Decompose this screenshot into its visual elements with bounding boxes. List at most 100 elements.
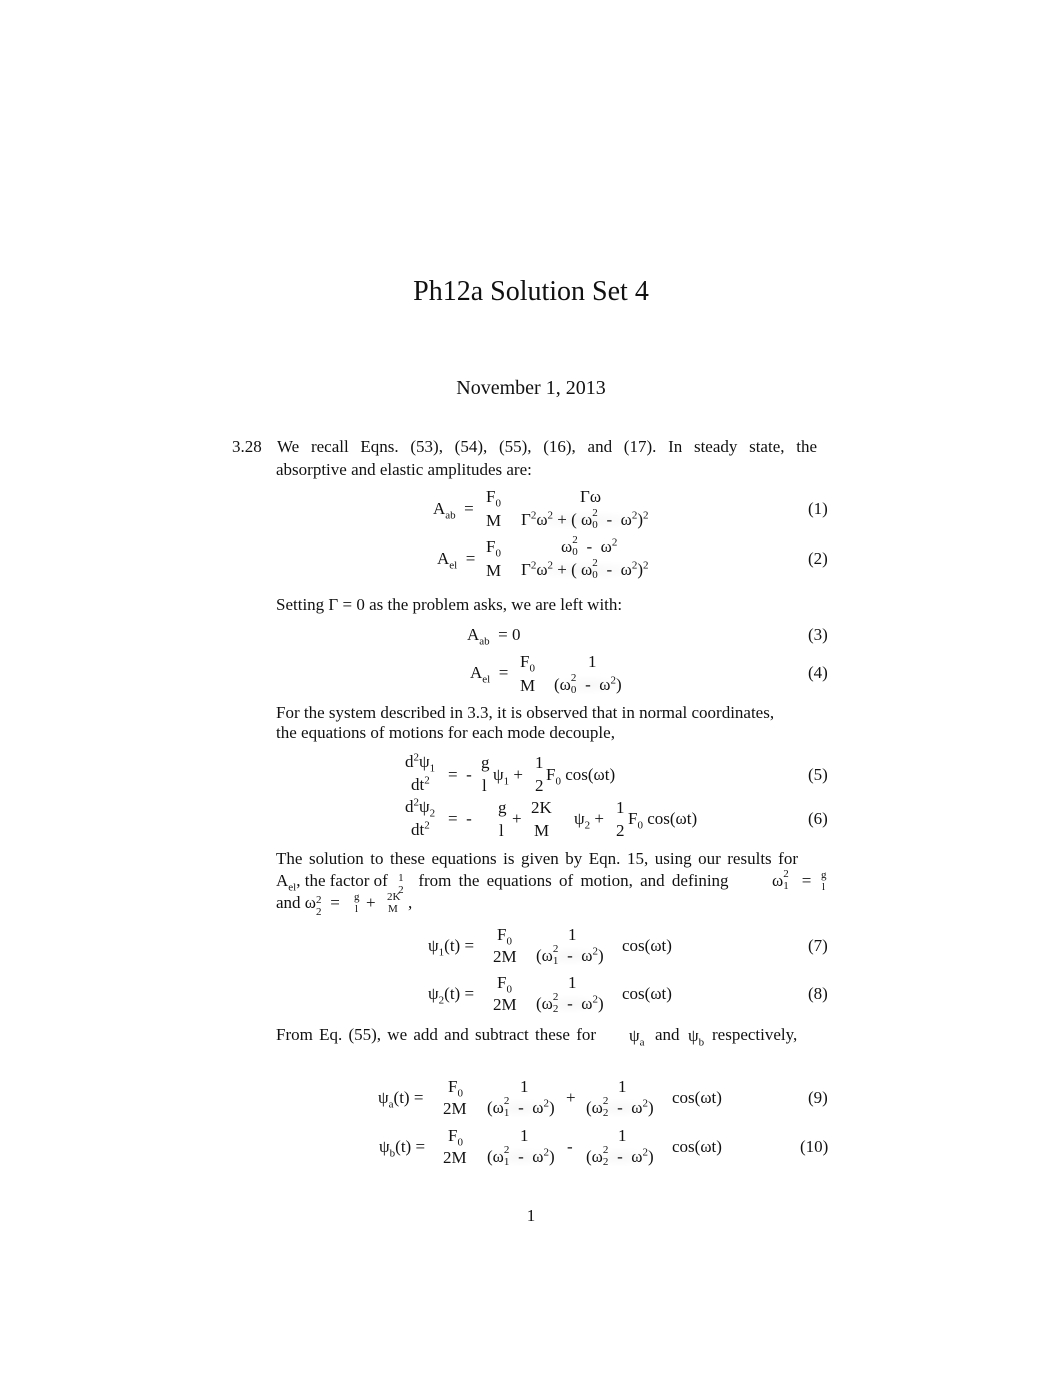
eq4-number: (4) xyxy=(808,663,828,682)
from-eq-and: and xyxy=(655,1025,680,1044)
solution-line-2b: from the equations of motion, and defini… xyxy=(418,871,729,890)
eq10-minus: - xyxy=(567,1137,573,1156)
eq5-force: F0 cos(ωt) xyxy=(546,765,616,788)
omega1-g: g xyxy=(821,869,827,881)
eq6-equals: = - xyxy=(448,809,472,828)
eq1-numerator: Γω xyxy=(580,487,602,506)
page-number: 1 xyxy=(526,1206,536,1225)
eq10-factor-num: F0 xyxy=(448,1126,463,1149)
eq3: Aab = 0 xyxy=(467,625,521,648)
intro-line-1: We recall Eqns. (53), (54), (55), (16), … xyxy=(277,437,817,456)
eq4-lhs: Ael = xyxy=(470,663,509,686)
eq9-factor-num: F0 xyxy=(448,1077,463,1100)
eq6-number: (6) xyxy=(808,809,828,828)
eq6-lhs-num: d2ψ2 xyxy=(405,796,436,820)
eq1-number: (1) xyxy=(808,499,828,518)
setting-text: Setting Γ = 0 as the problem asks, we ar… xyxy=(276,595,623,614)
eq10-den2: (ω 2 2 - ω2) xyxy=(586,1144,654,1169)
solution-line-3: and ω22 = xyxy=(276,893,340,919)
intro-line-2: absorptive and elastic amplitudes are: xyxy=(276,460,532,479)
eq5-psi: ψ1 + xyxy=(493,765,523,788)
omega2-2k: 2K xyxy=(387,891,401,903)
eq7-lhs: ψ1(t) = xyxy=(428,936,475,959)
eq8-lhs: ψ2(t) = xyxy=(428,984,475,1007)
solution-line-2: Ael, the factor of 12 from the equations… xyxy=(276,871,729,897)
document-title: Ph12a Solution Set 4 xyxy=(413,276,649,307)
eq10-num2: 1 xyxy=(618,1126,627,1145)
eq6-half-den: 2 xyxy=(616,821,625,840)
eq5-half-num: 1 xyxy=(535,753,544,772)
eq5-number: (5) xyxy=(808,765,828,784)
psi-a-symbol: ψa xyxy=(629,1026,645,1049)
eq10-lhs: ψb(t) = xyxy=(379,1137,426,1160)
eq10-cos: cos(ωt) xyxy=(672,1137,722,1156)
eq4-denominator: (ω 2 0 - ω2) xyxy=(554,672,622,697)
document-date: November 1, 2013 xyxy=(456,377,606,399)
eq9-den2: (ω 2 2 - ω2) xyxy=(586,1095,654,1120)
eq9-lhs: ψa(t) = xyxy=(378,1088,424,1111)
eq4-factor-num: F0 xyxy=(520,652,535,675)
eq8-cos: cos(ωt) xyxy=(622,984,672,1003)
eq7-factor-den: 2M xyxy=(493,947,517,966)
eq6-plus: + xyxy=(512,809,522,828)
eq5-g: g xyxy=(481,753,490,772)
eq9-den1: (ω 2 1 - ω2) xyxy=(487,1095,555,1120)
eq8-factor-den: 2M xyxy=(493,995,517,1014)
eq10-factor-den: 2M xyxy=(443,1148,467,1167)
eq6-m: M xyxy=(534,821,550,840)
eq1-lhs: Aab = xyxy=(433,499,474,522)
eq4-factor-den: M xyxy=(520,676,536,695)
eq8-factor-num: F0 xyxy=(497,973,512,996)
eq10-num1: 1 xyxy=(520,1126,529,1145)
eq2-factor-den: M xyxy=(486,561,502,580)
solution-line-2a: , the factor of xyxy=(296,871,388,890)
eq7-cos: cos(ωt) xyxy=(622,936,672,955)
eq6-force: F0 cos(ωt) xyxy=(628,809,698,832)
eq7-denominator: (ω 2 1 - ω2) xyxy=(536,943,604,968)
eq6-l: l xyxy=(499,821,504,840)
omega1-definition: ω21 = xyxy=(772,868,812,893)
eq9-cos: cos(ωt) xyxy=(672,1088,722,1107)
eq7-number: (7) xyxy=(808,936,828,955)
omega2-comma: , xyxy=(408,893,413,912)
eq9-factor-den: 2M xyxy=(443,1099,467,1118)
eq2-numerator: ω20 - ω2 xyxy=(561,534,618,559)
eq6-2k: 2K xyxy=(531,798,552,817)
eq1-factor-num: F0 xyxy=(486,487,501,510)
problem-number: 3.28 xyxy=(232,437,262,456)
from-eq-text: From Eq. (55), we add and subtract these… xyxy=(276,1025,597,1044)
eq7-factor-num: F0 xyxy=(497,925,512,948)
system-line-2: the equations of motions for each mode d… xyxy=(276,723,615,742)
eq1-denominator: Γ2ω2 + ( ω20 - ω2)2 xyxy=(521,507,649,532)
psi-b-symbol: ψb xyxy=(688,1026,705,1049)
omega2-m: M xyxy=(388,903,398,915)
eq5-l: l xyxy=(482,776,487,795)
eq9-num2: 1 xyxy=(618,1077,627,1096)
system-line-1: For the system described in 3.3, it is o… xyxy=(276,703,775,722)
omega2-plus: + xyxy=(366,893,376,912)
eq10-number: (10) xyxy=(800,1137,829,1156)
eq1-factor-den: M xyxy=(486,511,502,530)
eq6-lhs-den: dt2 xyxy=(411,819,430,839)
from-eq-respectively: respectively, xyxy=(712,1025,798,1044)
eq2-denominator: Γ2ω2 + ( ω20 - ω2)2 xyxy=(521,557,649,582)
eq6-g: g xyxy=(498,798,507,817)
eq5-half-den: 2 xyxy=(535,776,544,795)
eq10-den1: (ω 2 1 - ω2) xyxy=(487,1144,555,1169)
omega2-g: g xyxy=(354,891,360,903)
eq5-lhs-den: dt2 xyxy=(411,774,430,794)
eq8-denominator: (ω 2 2 - ω2) xyxy=(536,991,604,1016)
omega2-l: l xyxy=(355,903,359,915)
eq9-plus: + xyxy=(566,1088,576,1107)
eq7-numerator: 1 xyxy=(568,925,577,944)
omega1-l: l xyxy=(822,881,826,893)
eq5-equals: = - xyxy=(448,765,472,784)
eq6-psi: ψ2 + xyxy=(574,809,604,832)
eq2-number: (2) xyxy=(808,549,828,568)
eq5-lhs-num: d2ψ1 xyxy=(405,751,436,775)
eq2-lhs: Ael = xyxy=(437,549,476,572)
eq9-number: (9) xyxy=(808,1088,828,1107)
solution-line-3a: and xyxy=(276,893,301,912)
solution-line-1: The solution to these equations is given… xyxy=(276,849,798,868)
eq4-numerator: 1 xyxy=(588,652,597,671)
